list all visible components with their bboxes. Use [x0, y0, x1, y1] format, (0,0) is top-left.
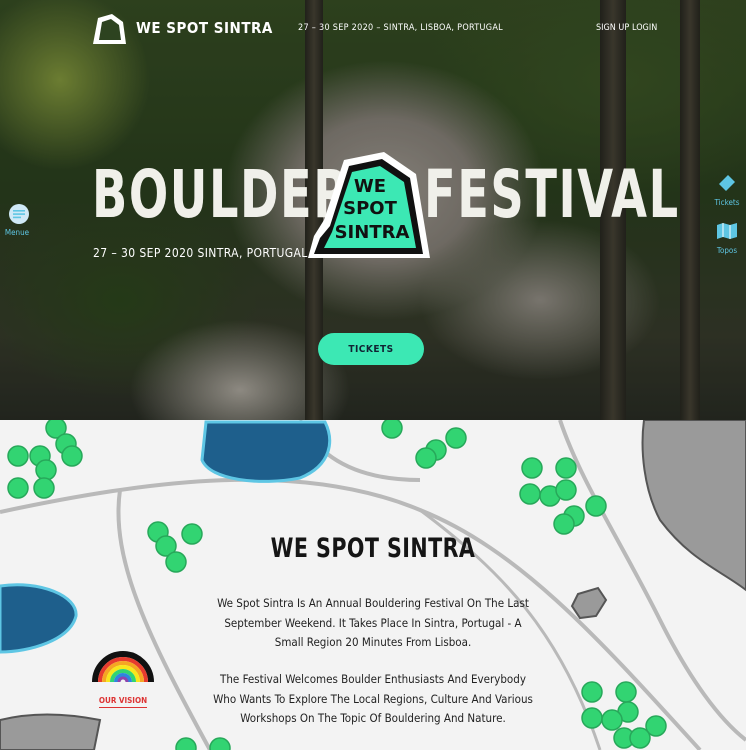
about-paragraph-2-line-1: The Festival Welcomes Boulder Enthusiast…: [220, 672, 526, 686]
badge-line-2: SPOT: [343, 198, 397, 219]
about-paragraph-2-line-2: Who Wants To Explore The Local Regions, …: [213, 691, 533, 706]
hero-section: WE SPOT SINTRA 27 – 30 SEP 2020 – SINTRA…: [0, 0, 746, 420]
tickets-side-link[interactable]: Tickets: [712, 174, 742, 207]
badge-line-1: WE: [354, 176, 386, 197]
map-icon: [717, 223, 737, 239]
tickets-side-label: Tickets: [714, 198, 740, 207]
topos-side-label: Topos: [716, 246, 738, 255]
menu-icon: [9, 204, 29, 224]
rainbow-icon: [92, 651, 154, 683]
brand-name[interactable]: WE SPOT SINTRA: [136, 19, 273, 37]
our-vision-label: OUR VISION: [98, 696, 148, 708]
signup-link[interactable]: SIGN UP: [596, 23, 629, 33]
event-info: 27 – 30 SEP 2020 – SINTRA, LISBOA, PORTU…: [298, 23, 503, 33]
topos-side-link[interactable]: Topos: [712, 222, 742, 255]
logo-icon[interactable]: [90, 12, 128, 46]
about-paragraph-1-line-3: Small Region 20 Minutes From Lisboa.: [274, 635, 472, 649]
top-navigation: WE SPOT SINTRA 27 – 30 SEP 2020 – SINTRA…: [0, 0, 746, 60]
menu-button[interactable]: Menue: [5, 204, 32, 237]
hero-title-right: FESTIVAL: [424, 156, 680, 233]
festival-badge-logo: WE SPOT SINTRA: [308, 152, 430, 258]
menu-label: Menue: [4, 228, 30, 237]
tickets-button[interactable]: TICKETS: [318, 333, 424, 365]
about-title: WE SPOT SINTRA: [270, 533, 476, 564]
about-paragraph-1: We Spot Sintra Is An Annual Bouldering F…: [198, 594, 548, 653]
login-link[interactable]: LOGIN: [632, 23, 657, 33]
our-vision-link[interactable]: OUR VISION: [88, 640, 158, 708]
badge-line-3: SINTRA: [335, 222, 410, 243]
about-paragraph-1-line-1: We Spot Sintra Is An Annual Bouldering F…: [217, 596, 529, 610]
about-section: WE SPOT SINTRA We Spot Sintra Is An Annu…: [0, 420, 746, 750]
about-paragraph-1-line-2: September Weekend. It Takes Place In Sin…: [224, 615, 522, 630]
ticket-icon: [719, 175, 735, 191]
about-paragraph-2-line-3: Workshops On The Topic Of Bouldering And…: [240, 711, 506, 725]
hero-subtitle: 27 – 30 SEP 2020 SINTRA, PORTUGAL: [93, 246, 308, 260]
about-paragraph-2: The Festival Welcomes Boulder Enthusiast…: [198, 670, 548, 729]
